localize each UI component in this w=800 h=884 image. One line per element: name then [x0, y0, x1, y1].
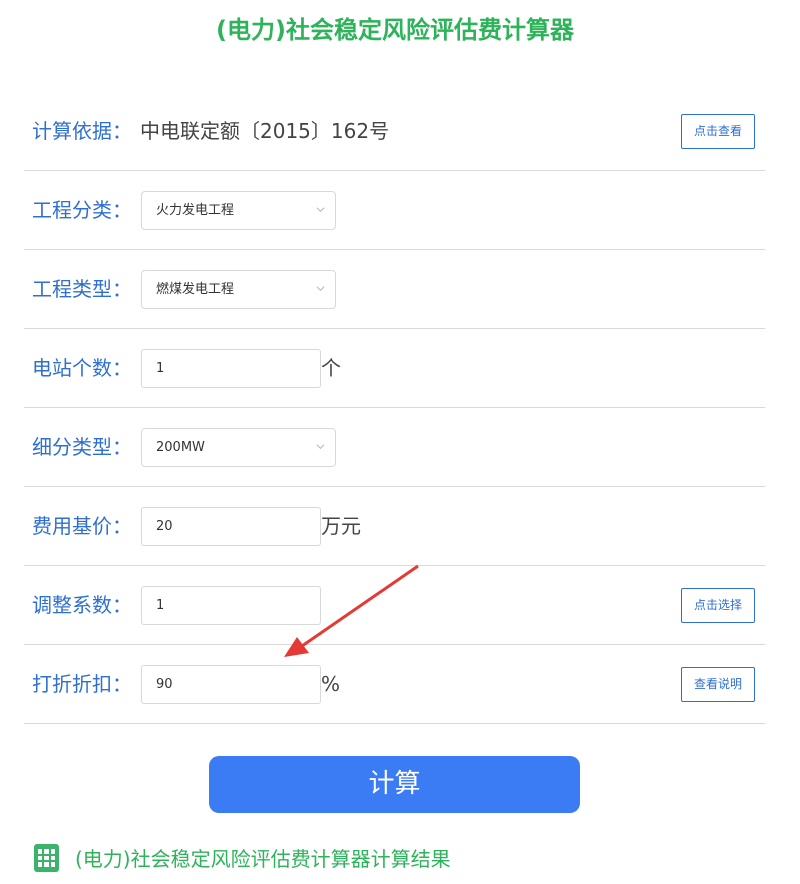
- calculator-form: 计算依据： 中电联定额〔2015〕162号 点击查看 工程分类： 火力发电工程 …: [24, 92, 765, 724]
- project-type-label: 工程类型：: [32, 277, 132, 301]
- project-type-value: 燃煤发电工程: [156, 282, 235, 297]
- base-price-row: 费用基价： 20 万元: [24, 487, 765, 566]
- base-price-unit: 万元: [321, 514, 361, 538]
- view-explanation-button[interactable]: 查看说明: [681, 667, 755, 702]
- chevron-down-icon: [316, 444, 325, 450]
- sub-type-label: 细分类型：: [32, 435, 132, 459]
- sub-type-row: 细分类型： 200MW: [24, 408, 765, 487]
- sub-type-select[interactable]: 200MW: [141, 428, 336, 467]
- project-type-select[interactable]: 燃煤发电工程: [141, 270, 336, 309]
- base-price-label: 费用基价：: [32, 514, 132, 538]
- calculator-icon: [34, 844, 59, 872]
- adjust-factor-row: 调整系数： 1 点击选择: [24, 566, 765, 645]
- sub-type-value: 200MW: [156, 440, 205, 455]
- calculate-button[interactable]: 计算: [209, 756, 580, 813]
- adjust-factor-input[interactable]: 1: [141, 586, 321, 625]
- project-category-row: 工程分类： 火力发电工程: [24, 171, 765, 250]
- station-count-label: 电站个数：: [32, 356, 132, 380]
- discount-input[interactable]: 90: [141, 665, 321, 704]
- adjust-factor-label: 调整系数：: [32, 593, 132, 617]
- station-count-input[interactable]: 1: [141, 349, 321, 388]
- station-count-unit: 个: [321, 356, 341, 380]
- chevron-down-icon: [316, 207, 325, 213]
- discount-row: 打折折扣： 90 % 查看说明: [24, 645, 765, 724]
- project-type-row: 工程类型： 燃煤发电工程: [24, 250, 765, 329]
- basis-row: 计算依据： 中电联定额〔2015〕162号 点击查看: [24, 92, 765, 171]
- chevron-down-icon: [316, 286, 325, 292]
- discount-unit: %: [321, 672, 341, 696]
- station-count-row: 电站个数： 1 个: [24, 329, 765, 408]
- basis-value: 中电联定额〔2015〕162号: [140, 119, 390, 143]
- page-title: (电力)社会稳定风险评估费计算器: [216, 16, 574, 44]
- discount-label: 打折折扣：: [32, 672, 132, 696]
- project-category-value: 火力发电工程: [156, 203, 235, 218]
- result-title: (电力)社会稳定风险评估费计算器计算结果: [75, 847, 451, 871]
- select-factor-button[interactable]: 点击选择: [681, 588, 755, 623]
- basis-label: 计算依据：: [32, 119, 132, 143]
- project-category-select[interactable]: 火力发电工程: [141, 191, 336, 230]
- project-category-label: 工程分类：: [32, 198, 132, 222]
- base-price-input[interactable]: 20: [141, 507, 321, 546]
- view-basis-button[interactable]: 点击查看: [681, 114, 755, 149]
